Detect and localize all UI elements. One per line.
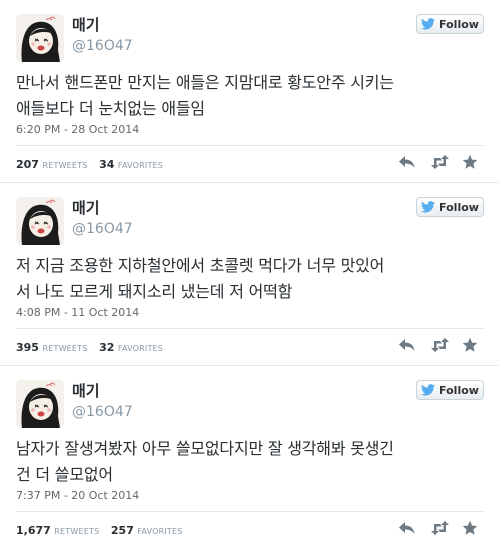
tweet-stats: 207 RETWEETS 34 FAVORITES xyxy=(16,158,171,171)
tweet-text-line: 남자가 잘생겨봤자 아무 쓸모없다지만 잘 생각해봐 못생긴 xyxy=(16,439,394,458)
avatar[interactable] xyxy=(16,380,64,428)
twitter-bird-icon xyxy=(421,201,436,213)
username-handle[interactable]: @16O47 xyxy=(72,404,133,420)
avatar[interactable] xyxy=(16,14,64,62)
tweet-text-line: 만나서 핸드폰만 만지는 애들은 지맘대로 황도안주 시키는 xyxy=(16,73,394,92)
stats-divider xyxy=(16,328,484,329)
tweet-actions xyxy=(398,520,480,536)
retweets-label: RETWEETS xyxy=(42,161,88,170)
tweet-text-line: 건 더 쓸모없어 xyxy=(16,465,113,484)
username-handle[interactable]: @16O47 xyxy=(72,38,133,54)
follow-button[interactable]: Follow xyxy=(416,197,484,217)
stats-divider xyxy=(16,145,484,146)
tweet-card: 매기 @16O47 Follow 만나서 핸드폰만 만지는 애들은 지맘대로 황… xyxy=(0,0,498,183)
favorite-count[interactable]: 32 xyxy=(99,341,114,354)
star-icon[interactable] xyxy=(462,520,480,536)
favorite-count[interactable]: 34 xyxy=(99,158,114,171)
reply-icon[interactable] xyxy=(398,520,416,536)
follow-label: Follow xyxy=(439,383,479,397)
tweet-text-line: 서 나도 모르게 돼지소리 냈는데 저 어떡함 xyxy=(16,282,293,301)
display-name[interactable]: 매기 xyxy=(72,380,100,401)
tweet-text: 저 지금 조용한 지하철안에서 초콜렛 먹다가 너무 맛있어 서 나도 모르게 … xyxy=(16,253,484,305)
tweet-text-line: 저 지금 조용한 지하철안에서 초콜렛 먹다가 너무 맛있어 xyxy=(16,256,385,275)
favorites-label: FAVORITES xyxy=(117,161,164,170)
retweets-label: RETWEETS xyxy=(42,344,88,353)
tweet-actions xyxy=(398,337,480,353)
retweet-count[interactable]: 1,677 xyxy=(16,524,51,537)
display-name[interactable]: 매기 xyxy=(72,197,100,218)
username-handle[interactable]: @16O47 xyxy=(72,221,133,237)
display-name[interactable]: 매기 xyxy=(72,14,100,35)
retweet-icon[interactable] xyxy=(430,520,449,536)
follow-label: Follow xyxy=(439,17,479,31)
tweet-text: 남자가 잘생겨봤자 아무 쓸모없다지만 잘 생각해봐 못생긴 건 더 쓸모없어 xyxy=(16,436,484,488)
tweet-card: 매기 @16O47 Follow 저 지금 조용한 지하철안에서 초콜렛 먹다가… xyxy=(0,183,498,366)
twitter-bird-icon xyxy=(421,18,436,30)
reply-icon[interactable] xyxy=(398,337,416,353)
favorite-count[interactable]: 257 xyxy=(111,524,134,537)
favorites-label: FAVORITES xyxy=(137,527,183,536)
tweet-timestamp[interactable]: 7:37 PM - 20 Oct 2014 xyxy=(16,489,139,502)
star-icon[interactable] xyxy=(462,337,480,353)
tweet-text: 만나서 핸드폰만 만지는 애들은 지맘대로 황도안주 시키는 애들보다 더 눈치… xyxy=(16,70,484,122)
retweet-count[interactable]: 395 xyxy=(16,341,39,354)
tweet-actions xyxy=(398,154,480,170)
retweet-icon[interactable] xyxy=(430,337,449,353)
twitter-bird-icon xyxy=(421,384,436,396)
tweet-card: 매기 @16O47 Follow 남자가 잘생겨봤자 아무 쓸모없다지만 잘 생… xyxy=(0,366,498,552)
retweet-icon[interactable] xyxy=(430,154,449,170)
tweet-stats: 1,677 RETWEETS 257 FAVORITES xyxy=(16,524,191,537)
tweet-timestamp[interactable]: 4:08 PM - 11 Oct 2014 xyxy=(16,306,139,319)
tweet-text-line: 애들보다 더 눈치없는 애들임 xyxy=(16,99,205,118)
star-icon[interactable] xyxy=(462,154,480,170)
avatar[interactable] xyxy=(16,197,64,245)
tweet-feed: 매기 @16O47 Follow 만나서 핸드폰만 만지는 애들은 지맘대로 황… xyxy=(0,0,498,552)
follow-button[interactable]: Follow xyxy=(416,380,484,400)
retweets-label: RETWEETS xyxy=(54,527,100,536)
stats-divider xyxy=(16,511,484,512)
favorites-label: FAVORITES xyxy=(117,344,164,353)
follow-label: Follow xyxy=(439,200,479,214)
retweet-count[interactable]: 207 xyxy=(16,158,39,171)
tweet-timestamp[interactable]: 6:20 PM - 28 Oct 2014 xyxy=(16,123,139,136)
tweet-stats: 395 RETWEETS 32 FAVORITES xyxy=(16,341,171,354)
reply-icon[interactable] xyxy=(398,154,416,170)
follow-button[interactable]: Follow xyxy=(416,14,484,34)
